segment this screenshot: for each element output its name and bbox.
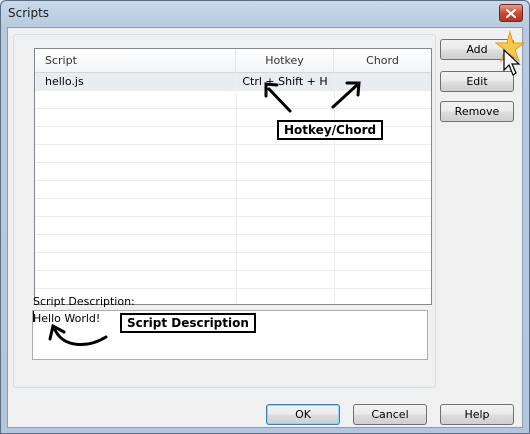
title-bar[interactable]: Scripts <box>1 1 529 27</box>
remove-button[interactable]: Remove <box>440 101 514 122</box>
list-header: Script Hotkey Chord <box>35 49 431 73</box>
column-header-chord[interactable]: Chord <box>334 49 431 73</box>
column-divider <box>334 73 335 304</box>
cell-script: hello.js <box>45 75 84 88</box>
column-header-script[interactable]: Script <box>35 49 236 73</box>
help-button[interactable]: Help <box>440 404 514 425</box>
empty-row <box>35 181 431 199</box>
empty-row <box>35 253 431 271</box>
description-label: Script Description: <box>33 295 135 308</box>
cell-hotkey: Ctrl + Shift + H <box>242 75 328 88</box>
close-button[interactable] <box>499 4 523 22</box>
window-title: Scripts <box>8 6 50 20</box>
column-header-hotkey[interactable]: Hotkey <box>236 49 334 73</box>
empty-row <box>35 235 431 253</box>
add-button[interactable]: Add <box>440 39 514 60</box>
scripts-list[interactable]: Script Hotkey Chord hello.js Ctrl + Shif… <box>34 48 432 305</box>
empty-row <box>35 199 431 217</box>
empty-row <box>35 145 431 163</box>
empty-row <box>35 271 431 289</box>
empty-row <box>35 163 431 181</box>
scripts-group: Script Hotkey Chord hello.js Ctrl + Shif… <box>13 34 436 388</box>
column-divider <box>236 73 237 304</box>
cell-chord <box>334 73 431 91</box>
empty-row <box>35 91 431 109</box>
edit-button[interactable]: Edit <box>440 71 514 92</box>
script-description-callout: Script Description <box>120 313 256 333</box>
close-icon <box>506 8 516 18</box>
hotkey-chord-callout: Hotkey/Chord <box>277 120 384 140</box>
ok-button[interactable]: OK <box>266 404 340 425</box>
description-text: Hello World! <box>33 312 101 325</box>
scripts-dialog: Scripts Script Hotkey Chord hello.js Ctr… <box>0 0 530 434</box>
empty-row <box>35 217 431 235</box>
dialog-client-area: Script Hotkey Chord hello.js Ctrl + Shif… <box>7 27 523 428</box>
table-row[interactable]: hello.js Ctrl + Shift + H <box>35 73 431 91</box>
cancel-button[interactable]: Cancel <box>353 404 427 425</box>
